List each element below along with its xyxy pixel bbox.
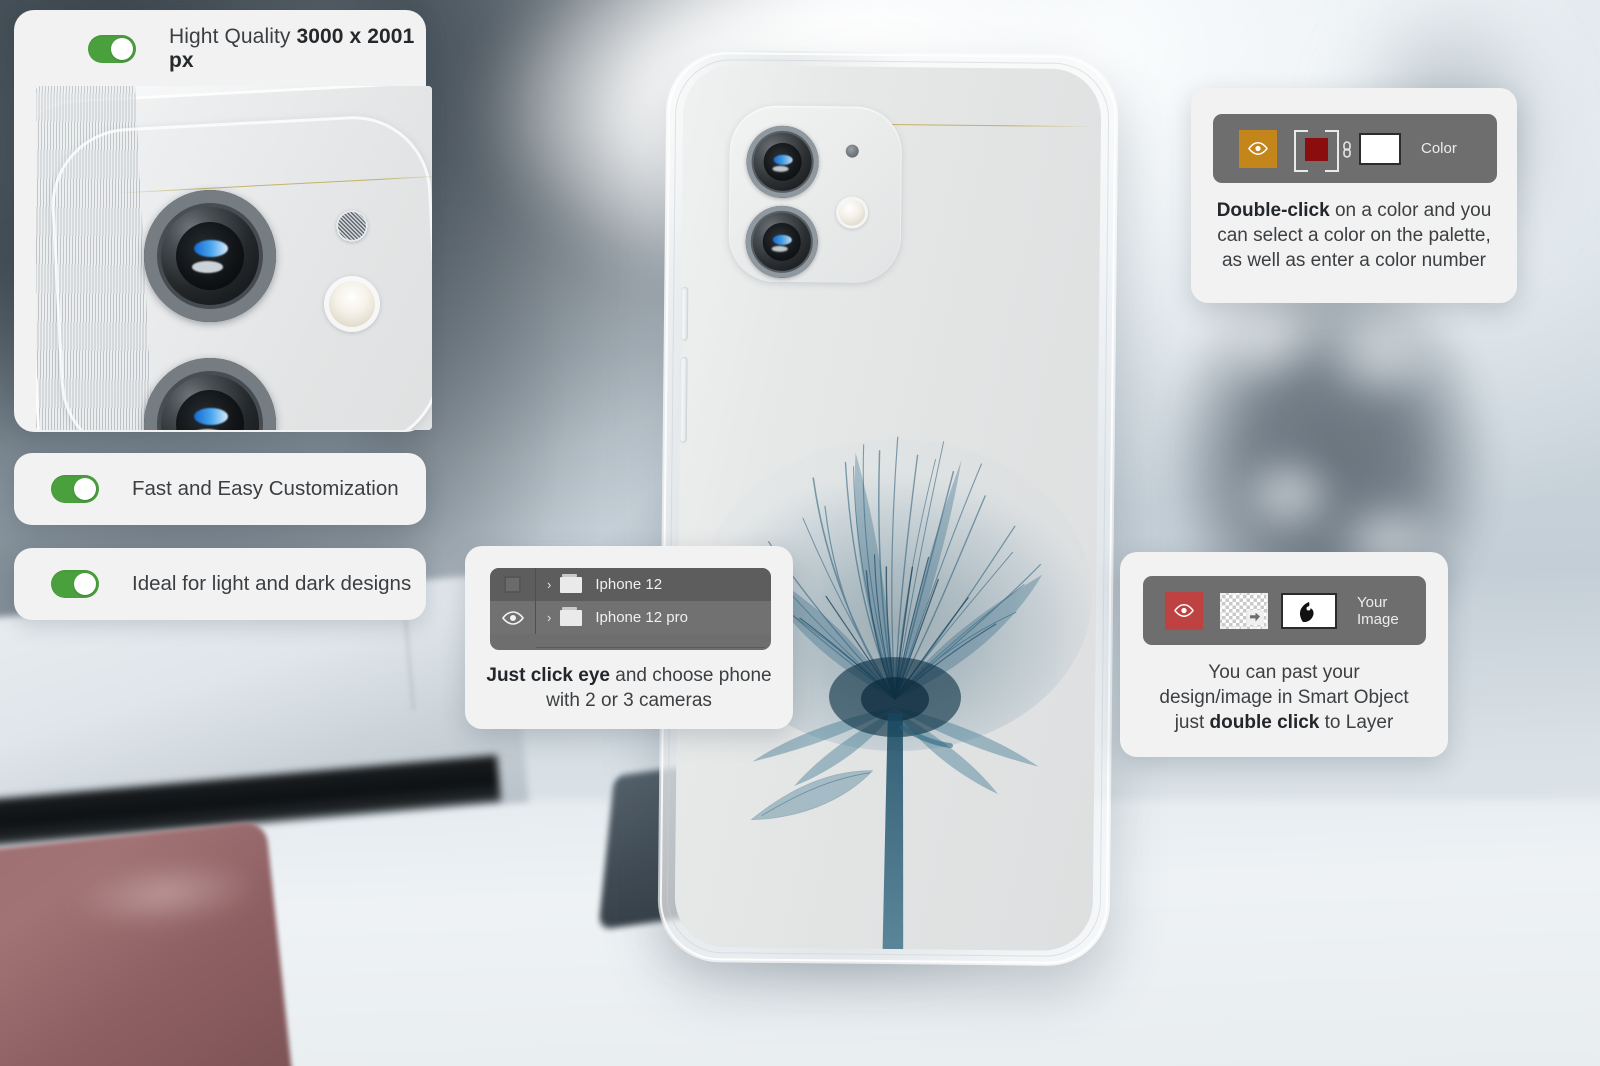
camera-flash-icon bbox=[835, 196, 869, 229]
color-tip-card: Color Double-click on a color and you ca… bbox=[1191, 88, 1517, 303]
color-layer-name: Color bbox=[1421, 140, 1457, 157]
layers-tip-caption-bold: Just click eye bbox=[486, 665, 610, 686]
layer-thumbnail-icon[interactable] bbox=[1281, 592, 1337, 629]
layer-visibility-swatch-orange[interactable] bbox=[1239, 129, 1277, 168]
high-quality-label: Hight Quality 3000 x 2001 px bbox=[169, 25, 426, 73]
smart-object-tip-card: Your Image You can past your design/imag… bbox=[1120, 552, 1448, 757]
smart-object-caption-line3-bold: double click bbox=[1209, 712, 1320, 733]
lens-glint-secondary-icon bbox=[771, 246, 788, 252]
camera-bump bbox=[728, 105, 903, 284]
layer-row-iphone-12[interactable]: › Iphone 12 bbox=[490, 568, 771, 601]
toggle-knob bbox=[74, 573, 96, 595]
layer-fill-selection-bracket[interactable] bbox=[1294, 129, 1339, 172]
toggle-fast-customization[interactable] bbox=[51, 475, 99, 503]
mockup-showcase-canvas: Hight Quality 3000 x 2001 px Fast and Ea… bbox=[0, 0, 1600, 1066]
macro-camera-lens-top bbox=[144, 190, 276, 322]
high-quality-header-row: Hight Quality 3000 x 2001 px bbox=[14, 10, 426, 88]
camera-macro-preview bbox=[36, 86, 432, 430]
camera-microphone-icon bbox=[845, 144, 859, 158]
toggle-light-dark-designs[interactable] bbox=[51, 570, 99, 598]
fill-color-swatch[interactable] bbox=[1305, 137, 1328, 161]
lens-glint-icon bbox=[773, 154, 793, 165]
phone-back-panel bbox=[674, 64, 1102, 952]
layers-tip-card: › Iphone 12 › Iphone 12 pro Just click e… bbox=[465, 546, 793, 729]
phone-volume-up-button bbox=[680, 286, 689, 341]
artwork-silhouette-icon bbox=[1292, 597, 1326, 624]
layer-row-divider bbox=[536, 647, 765, 648]
smart-object-tip-caption: You can past your design/image in Smart … bbox=[1130, 660, 1438, 735]
layer-name: Iphone 12 bbox=[595, 576, 663, 593]
camera-lens-top bbox=[746, 125, 819, 199]
link-icon bbox=[1343, 140, 1351, 158]
smart-object-caption-line2: design/image in Smart Object bbox=[1159, 687, 1409, 708]
eye-off-icon[interactable] bbox=[504, 576, 521, 593]
feature-pill-label: Ideal for light and dark designs bbox=[132, 572, 412, 595]
feature-pill-light-dark-designs: Ideal for light and dark designs bbox=[14, 548, 426, 620]
folder-icon bbox=[560, 606, 583, 626]
smart-object-layer-name: Your Image bbox=[1357, 593, 1399, 628]
phone-volume-down-button bbox=[679, 356, 688, 443]
layer-visibility-swatch-red[interactable] bbox=[1165, 591, 1203, 630]
layer-visibility-cell[interactable] bbox=[490, 568, 536, 601]
feature-pill-fast-customization: Fast and Easy Customization bbox=[14, 453, 426, 525]
lens-glint-secondary-icon bbox=[772, 166, 789, 172]
eye-icon bbox=[1248, 142, 1268, 155]
smart-object-thumbnail-icon[interactable] bbox=[1220, 592, 1268, 629]
layer-visibility-cell[interactable] bbox=[490, 601, 536, 634]
smart-object-caption-line3-pre: just bbox=[1174, 712, 1210, 733]
folder-icon bbox=[560, 573, 583, 593]
eye-icon bbox=[1174, 604, 1194, 617]
chevron-right-icon[interactable]: › bbox=[547, 610, 551, 625]
toggle-high-quality[interactable] bbox=[88, 35, 136, 63]
stroke-color-swatch-white[interactable] bbox=[1359, 132, 1401, 165]
color-layer-strip: Color bbox=[1213, 114, 1497, 183]
smart-object-layer-strip: Your Image bbox=[1143, 576, 1426, 645]
macro-microphone-icon bbox=[336, 210, 368, 242]
feature-pill-label: Fast and Easy Customization bbox=[132, 477, 399, 500]
color-tip-caption: Double-click on a color and you can sele… bbox=[1205, 198, 1503, 273]
iphone-mockup bbox=[657, 49, 1119, 967]
smart-object-caption-line1: You can past your bbox=[1208, 662, 1360, 683]
macro-photo bbox=[36, 86, 432, 430]
layer-row-iphone-12-pro[interactable]: › Iphone 12 pro bbox=[490, 601, 771, 634]
smart-object-caption-line3-post: to Layer bbox=[1319, 712, 1394, 733]
eye-icon[interactable] bbox=[501, 610, 524, 625]
layers-tip-caption: Just click eye and choose phone with 2 o… bbox=[473, 663, 785, 713]
layers-panel: › Iphone 12 › Iphone 12 pro bbox=[490, 568, 771, 650]
smart-object-badge-icon bbox=[1247, 609, 1264, 625]
high-quality-label-text: Hight Quality bbox=[169, 25, 291, 48]
camera-lens-bottom bbox=[745, 205, 819, 279]
toggle-knob bbox=[111, 38, 133, 60]
toggle-knob bbox=[74, 478, 96, 500]
color-tip-caption-bold: Double-click bbox=[1216, 200, 1330, 221]
chevron-right-icon[interactable]: › bbox=[547, 577, 551, 592]
lens-glint-icon bbox=[773, 234, 792, 245]
layer-name: Iphone 12 pro bbox=[595, 609, 688, 626]
macro-flash-icon bbox=[324, 276, 380, 332]
high-quality-feature-card: Hight Quality 3000 x 2001 px bbox=[14, 10, 432, 432]
